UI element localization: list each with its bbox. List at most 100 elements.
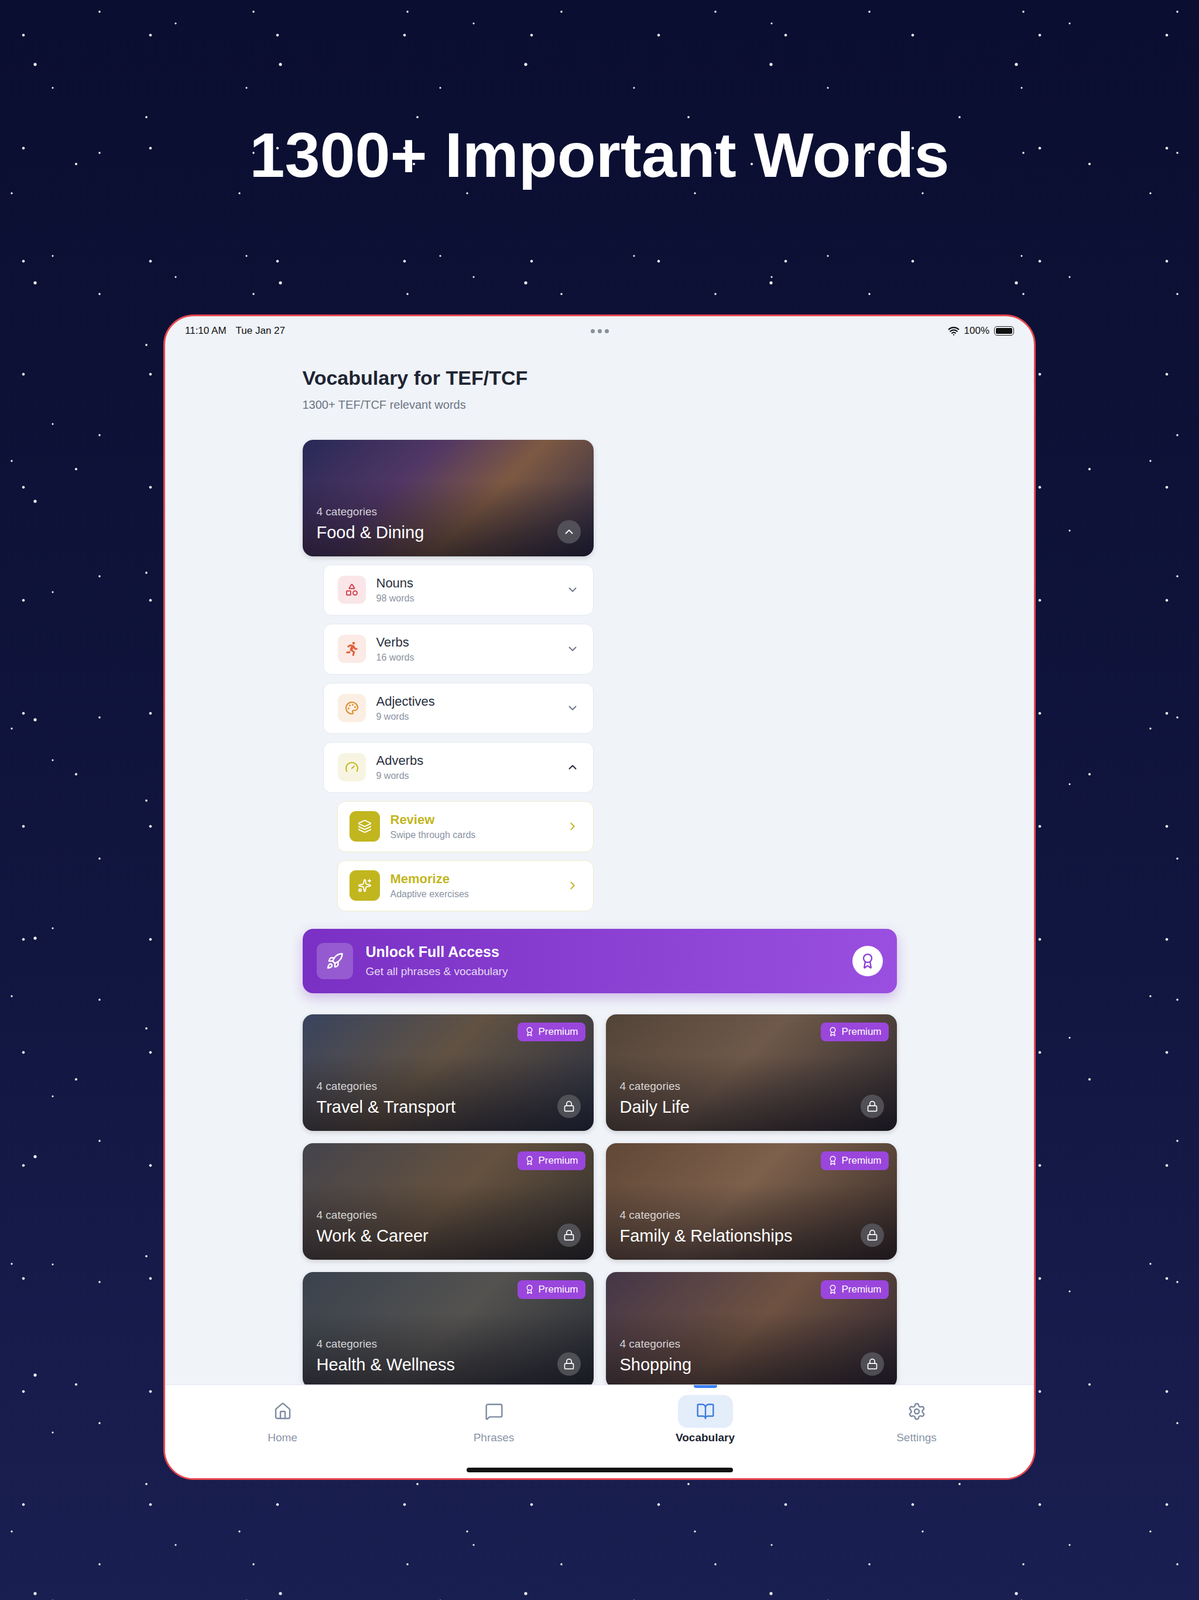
collapse-button[interactable]: [557, 519, 581, 544]
category-title: Health & Wellness: [316, 1354, 550, 1375]
device-frame: 11:10 AMTue Jan 27100%Vocabulary for TEF…: [163, 314, 1036, 1480]
action-title: Review: [390, 812, 556, 828]
award-icon: [524, 1155, 535, 1166]
chat-icon: [484, 1401, 504, 1421]
category-card[interactable]: Premium 4 categories Travel & Transport: [302, 1013, 594, 1131]
featured-section: 4 categoriesFood & Dining Nouns98 words Ve…: [302, 439, 594, 911]
book-icon: [696, 1401, 715, 1421]
multitasking-icon[interactable]: [590, 329, 609, 334]
award-icon: [524, 1026, 535, 1037]
premium-badge: Premium: [517, 1279, 585, 1299]
group-name: Verbs: [376, 634, 556, 650]
study-action-row[interactable]: MemorizeAdaptive exercises: [337, 860, 594, 911]
category-card[interactable]: Premium 4 categories Health & Wellness: [302, 1271, 594, 1385]
award-icon: [524, 1283, 535, 1294]
chevron-right-icon: [566, 819, 580, 833]
action-chevron: [566, 819, 580, 833]
category-count: 4 categories: [619, 1079, 853, 1093]
badge-label: Premium: [538, 1154, 578, 1167]
tab-icon-pill: [255, 1394, 311, 1428]
banner-text: Unlock Full AccessGet all phrases & voca…: [365, 943, 840, 978]
category-card[interactable]: Premium4 categoriesShopping: [605, 1271, 897, 1385]
battery-icon: [994, 326, 1014, 336]
action-chevron: [566, 878, 580, 892]
tab-item[interactable]: Settings: [810, 1384, 1023, 1444]
page-title: Vocabulary for TEF/TCF: [302, 365, 897, 390]
status-bar: 11:10 AMTue Jan 27100%: [165, 316, 1034, 340]
chevron-up-icon: [562, 525, 576, 539]
category-title: Shopping: [619, 1354, 853, 1375]
group-text: Verbs 16 words: [376, 634, 556, 663]
chevron-right-icon: [566, 878, 580, 892]
group-count: 9 words: [376, 770, 556, 781]
home-indicator: [466, 1467, 733, 1472]
category-card[interactable]: Premium 4 categories Family & Relationship…: [605, 1142, 897, 1260]
lock-button[interactable]: [557, 1223, 581, 1247]
category-card[interactable]: 4 categoriesFood & Dining: [302, 439, 594, 557]
group-chevron: [566, 583, 580, 596]
group-icon: [344, 759, 359, 774]
category-card[interactable]: Premium4 categoriesDaily Life: [605, 1013, 897, 1131]
content-column: Vocabulary for TEF/TCF1300+ TEF/TCF rele…: [302, 339, 897, 1385]
word-group-row[interactable]: Adjectives9 words: [323, 682, 594, 734]
chevron-down-icon: [566, 583, 580, 596]
chevron-up-icon: [566, 760, 580, 774]
word-group-row[interactable]: Verbs 16 words: [323, 623, 594, 675]
category-card[interactable]: Premium4 categoriesWork & Career: [302, 1142, 594, 1260]
dot: [604, 329, 609, 334]
tab-bar: HomePhrasesVocabularySettings: [165, 1384, 1034, 1478]
gear-icon: [907, 1401, 927, 1421]
badge-label: Premium: [538, 1025, 578, 1038]
category-count: 4 categories: [316, 1337, 550, 1351]
lock-button[interactable]: [557, 1351, 581, 1376]
badge-label: Premium: [841, 1154, 882, 1167]
tab-item[interactable]: Vocabulary: [599, 1384, 811, 1444]
content: Vocabulary for TEF/TCF1300+ TEF/TCF rele…: [165, 339, 1034, 1385]
badge-label: Premium: [841, 1025, 882, 1038]
cards-icon: [357, 819, 372, 834]
premium-badge: Premium: [820, 1150, 889, 1170]
award-icon: [827, 1283, 838, 1294]
category-title: Travel & Transport: [316, 1097, 550, 1117]
lock-icon: [563, 1357, 575, 1370]
chevron-down-icon: [566, 642, 580, 656]
group-name: Nouns: [376, 575, 556, 591]
group-icon-box: [337, 752, 366, 781]
tab-item[interactable]: Home: [176, 1384, 389, 1444]
group-count: 16 words: [376, 652, 556, 663]
banner-button[interactable]: [852, 945, 883, 976]
category-title: Family & Relationships: [619, 1225, 853, 1246]
group-icon-box: [337, 575, 366, 604]
lock-button[interactable]: [860, 1094, 885, 1118]
action-title: Memorize: [390, 871, 556, 887]
lock-button[interactable]: [557, 1094, 581, 1118]
study-action-row[interactable]: ReviewSwipe through cards: [337, 800, 594, 852]
tab-row: HomePhrasesVocabularySettings: [165, 1384, 1034, 1444]
premium-badge: Premium: [517, 1022, 585, 1041]
action-subtitle: Swipe through cards: [390, 829, 556, 841]
group-count: 9 words: [376, 711, 556, 722]
rocket-box: [316, 942, 354, 979]
tab-item[interactable]: Phrases: [388, 1384, 600, 1444]
category-count: 4 categories: [316, 1079, 550, 1093]
home-icon: [273, 1401, 293, 1421]
category-count: 4 categories: [619, 1208, 853, 1222]
group-icon-box: [337, 634, 366, 663]
tab-icon-pill: [889, 1394, 945, 1428]
lock-button[interactable]: [860, 1223, 885, 1247]
status-time: 11:10 AM: [185, 324, 227, 337]
unlock-banner[interactable]: Unlock Full AccessGet all phrases & voca…: [302, 928, 897, 993]
group-text: Adverbs9 words: [376, 752, 556, 781]
premium-badge: Premium: [820, 1279, 889, 1299]
action-text: MemorizeAdaptive exercises: [390, 871, 556, 900]
group-text: Nouns98 words: [376, 575, 556, 604]
group-chevron: [566, 760, 580, 774]
group-icon: [344, 641, 359, 656]
sparkles-icon: [357, 878, 372, 893]
lock-button[interactable]: [860, 1351, 885, 1376]
category-title: Food & Dining: [316, 522, 550, 543]
chevron-down-icon: [566, 701, 580, 715]
group-icon: [344, 582, 359, 597]
word-group-row[interactable]: Adverbs9 words: [323, 741, 594, 793]
word-group-row[interactable]: Nouns98 words: [323, 564, 594, 616]
